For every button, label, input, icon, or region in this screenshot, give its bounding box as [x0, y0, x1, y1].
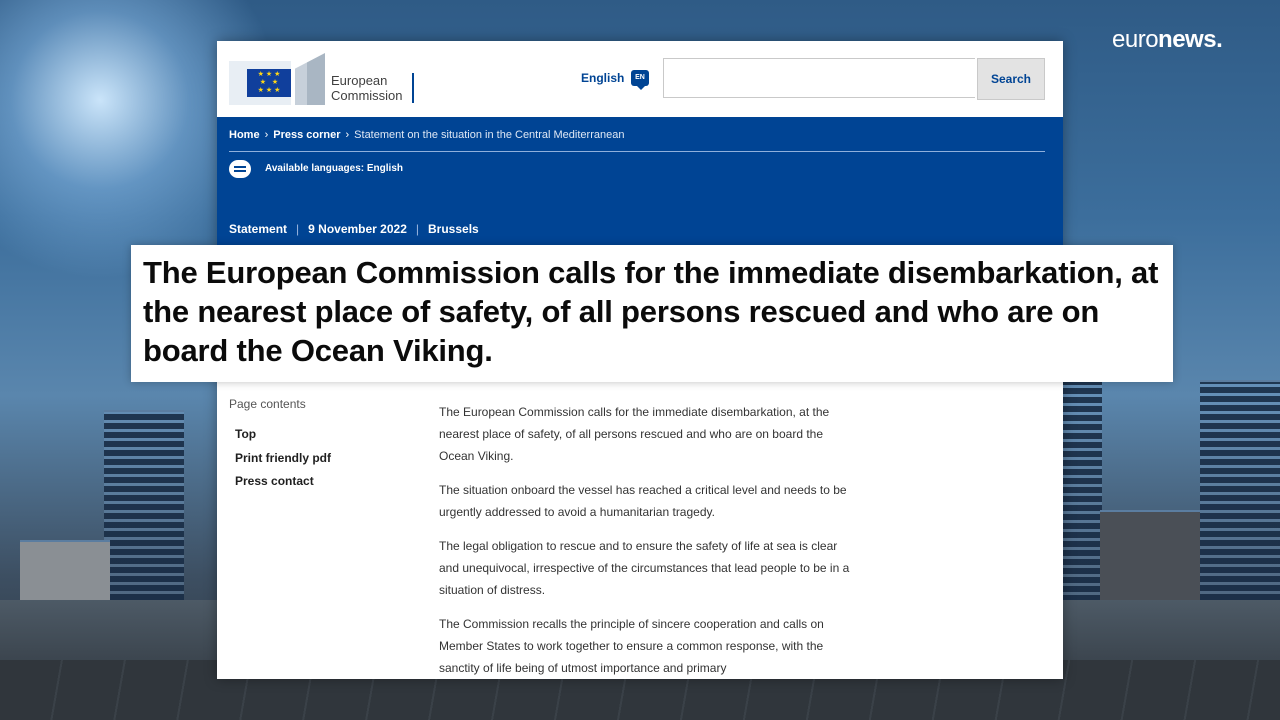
- release-date: 9 November 2022: [308, 222, 407, 236]
- breadcrumb-home[interactable]: Home: [229, 129, 260, 141]
- language-selector[interactable]: English: [581, 71, 624, 85]
- search-input[interactable]: [663, 58, 975, 98]
- body-paragraph: The European Commission calls for the im…: [439, 405, 830, 463]
- toc-link-print-pdf[interactable]: Print friendly pdf: [235, 451, 331, 465]
- toc-link-press-contact[interactable]: Press contact: [235, 474, 314, 488]
- page-banner: Home › Press corner › Statement on the situa…: [217, 117, 1063, 247]
- european-commission-logo[interactable]: ★ ★ ★ ★ ★ ★ ★ ★ European Commission: [229, 53, 417, 105]
- quote-caption: The European Commission calls for the im…: [131, 245, 1173, 382]
- chevron-right-icon: ›: [264, 129, 269, 141]
- statement-body: The European Commission calls for the im…: [439, 401, 859, 679]
- breadcrumb: Home › Press corner › Statement on the situa…: [229, 129, 624, 141]
- release-meta: Statement | 9 November 2022 | Brussels: [229, 222, 479, 236]
- breadcrumb-current: Statement on the situation in the Centra…: [354, 129, 625, 141]
- available-languages-label: Available languages: English: [265, 163, 403, 174]
- site-header: ★ ★ ★ ★ ★ ★ ★ ★ European Commission Englis…: [217, 41, 1063, 117]
- language-code-icon[interactable]: EN: [631, 70, 649, 90]
- chevron-right-icon: ›: [345, 129, 350, 141]
- release-type: Statement: [229, 222, 288, 236]
- caption-text: The European Commission calls for the im…: [143, 255, 1159, 368]
- body-paragraph: The situation onboard the vessel has rea…: [439, 483, 847, 519]
- toc-link-top[interactable]: Top: [235, 427, 256, 441]
- body-paragraph: The Commission recalls the principle of …: [439, 617, 824, 675]
- euronews-logo: euronews.: [1112, 26, 1223, 53]
- release-place: Brussels: [428, 222, 479, 236]
- breadcrumb-press-corner[interactable]: Press corner: [273, 129, 340, 141]
- page-contents-title: Page contents: [229, 397, 306, 411]
- search-button[interactable]: Search: [977, 58, 1045, 100]
- eu-flag-icon: ★ ★ ★ ★ ★ ★ ★ ★: [229, 61, 291, 105]
- body-paragraph: The legal obligation to rescue and to en…: [439, 539, 850, 597]
- berlaymont-icon: [295, 53, 325, 105]
- logo-text: European Commission: [331, 73, 403, 103]
- speech-bubble-icon: [229, 160, 251, 178]
